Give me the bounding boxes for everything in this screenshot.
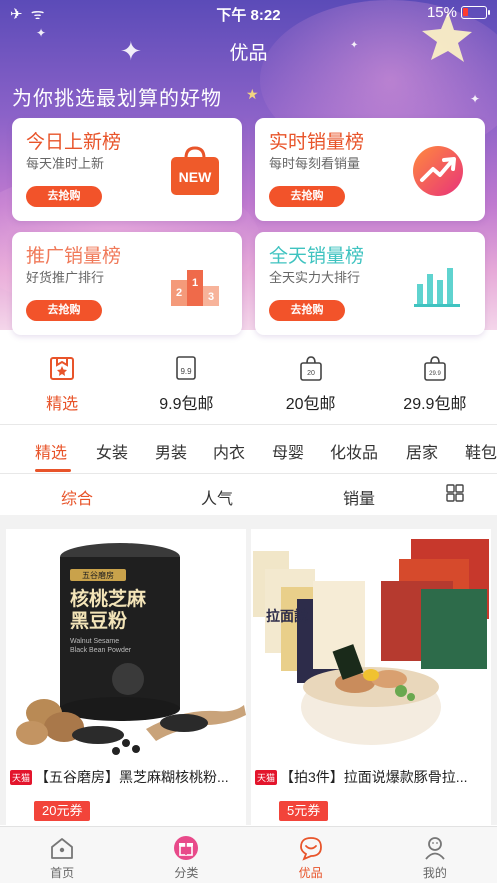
quick-nav: 精选 9.9 9.9包邮 20 20包邮 29.9 29.9包邮 [0, 350, 497, 422]
rank-card-title: 推广销量榜 [26, 246, 122, 267]
rank-card-new[interactable]: 今日上新榜 每天准时上新 去抢购 NEW [12, 118, 242, 221]
rank-card-promo[interactable]: 推广销量榜 好货推广排行 去抢购 2 1 3 [12, 232, 242, 335]
product-name-text: 核桃芝麻 [70, 587, 147, 610]
rank-card-title: 今日上新榜 [26, 132, 122, 153]
coupon-badge: 5元券 [279, 801, 329, 821]
product-grid: 五谷磨房 核桃芝麻 黑豆粉 Walnut Sesame Black Bean P… [0, 515, 497, 825]
price-icon-text: 9.9 [181, 367, 193, 376]
quick-nav-label: 29.9包邮 [403, 396, 467, 413]
rank-card-allday[interactable]: 全天销量榜 全天实力大排行 去抢购 [255, 232, 485, 335]
home-icon [51, 838, 74, 859]
product-title-text: 【拍3件】拉面说爆款豚骨拉... [280, 769, 468, 785]
hero-subtitle: 为你挑选最划算的好物 [12, 88, 222, 110]
battery-status: 15% [426, 4, 490, 21]
tab-featured[interactable]: 精选 [35, 439, 67, 463]
rank-card-subtitle: 全天实力大排行 [269, 270, 361, 285]
bottom-nav: 首页 分类 优品 我的 [0, 826, 497, 883]
featured-icon [50, 357, 75, 380]
quick-nav-20[interactable]: 20 20包邮 [249, 350, 373, 422]
rank-card-subtitle: 好货推广排行 [26, 270, 105, 285]
page-title: 优品 [229, 43, 268, 64]
sparkle-icon: ★ [246, 86, 259, 102]
grid-view-icon[interactable] [446, 484, 464, 502]
product-card[interactable]: 五谷磨房 核桃芝麻 黑豆粉 Walnut Sesame Black Bean P… [6, 529, 246, 825]
bottom-nav-category[interactable]: 分类 [124, 827, 248, 883]
product-image: 拉面說 [251, 529, 491, 761]
gift-icon [174, 836, 199, 860]
quick-nav-29-9[interactable]: 29.9 29.9包邮 [373, 350, 497, 422]
product-name-text: 黑豆粉 [70, 609, 127, 632]
status-bar: ✈ ᯤ 下午 8:22 15% [0, 0, 497, 26]
tab-shoes-bags[interactable]: 鞋包 [465, 439, 497, 463]
bottom-nav-label: 优品 [298, 866, 323, 880]
rank-card-realtime[interactable]: 实时销量榜 每时每刻看销量 去抢购 [255, 118, 485, 221]
battery-percent: 15% [426, 4, 457, 21]
tmall-badge: 天猫 [255, 769, 278, 785]
product-title[interactable]: 天猫 【拍3件】拉面说爆款豚骨拉... [255, 767, 489, 787]
grab-button[interactable]: 去抢购 [26, 186, 102, 207]
price-icon-text: 29.9 [429, 371, 441, 377]
shopping-bag-new-icon: NEW [171, 146, 219, 195]
shopping-bag-icon: 20 [299, 356, 322, 381]
rank-card-title: 全天销量榜 [269, 246, 365, 267]
tab-cosmetics[interactable]: 化妆品 [330, 439, 378, 463]
podium-rank: 1 [192, 277, 198, 289]
grab-button[interactable]: 去抢购 [26, 300, 102, 321]
bottom-nav-label: 分类 [174, 866, 199, 880]
tab-baby[interactable]: 母婴 [272, 439, 304, 463]
product-brand-text: 拉面說 [266, 608, 308, 624]
grab-button[interactable]: 去抢购 [269, 300, 345, 321]
bottom-nav-home[interactable]: 首页 [0, 827, 124, 883]
tab-underline [35, 469, 71, 472]
quick-nav-label: 9.9包邮 [159, 396, 214, 413]
quick-nav-label: 20包邮 [285, 396, 336, 413]
tab-home[interactable]: 居家 [406, 439, 438, 463]
product-card[interactable]: 拉面說 天猫 【拍3件】拉面说爆款豚骨拉... 5元券 [251, 529, 491, 825]
grab-button[interactable]: 去抢购 [269, 186, 345, 207]
bottom-nav-label: 我的 [422, 866, 447, 880]
category-tabs: 精选 女装 男装 内衣 母婴 化妆品 居家 鞋包 [0, 425, 497, 473]
rank-card-subtitle: 每天准时上新 [26, 156, 105, 171]
product-brand-text: 五谷磨房 [82, 570, 114, 580]
bar-chart-icon [414, 268, 460, 307]
bottom-nav-mine[interactable]: 我的 [373, 827, 497, 883]
profile-icon [425, 837, 445, 860]
trending-up-icon [413, 146, 463, 196]
product-en-text: Black Bean Powder [70, 647, 132, 654]
chat-bubble-icon [299, 837, 322, 861]
rank-card-title: 实时销量榜 [269, 132, 365, 153]
sort-popularity[interactable]: 人气 [201, 485, 233, 509]
coupon-badge: 20元券 [34, 801, 91, 821]
sort-bar: 综合 人气 销量 [0, 474, 497, 514]
bottom-nav-label: 首页 [50, 866, 75, 880]
shopping-bag-icon: 29.9 [424, 356, 446, 381]
product-en-text: Walnut Sesame [70, 638, 119, 645]
sort-sales[interactable]: 销量 [343, 485, 375, 509]
product-title[interactable]: 天猫 【五谷磨房】黑芝麻糊核桃粉... [10, 767, 244, 787]
new-icon-text: NEW [179, 169, 212, 185]
price-tag-icon: 9.9 [176, 356, 197, 380]
podium-icon: 2 1 3 [171, 270, 219, 306]
product-image: 五谷磨房 核桃芝麻 黑豆粉 Walnut Sesame Black Bean P… [6, 529, 246, 761]
tab-underwear[interactable]: 内衣 [213, 439, 245, 463]
price-icon-text: 20 [307, 370, 315, 377]
podium-rank: 3 [208, 291, 214, 303]
rank-card-subtitle: 每时每刻看销量 [269, 156, 361, 171]
tmall-badge: 天猫 [10, 769, 33, 785]
battery-icon [461, 6, 490, 19]
quick-nav-featured[interactable]: 精选 [0, 350, 124, 422]
sparkle-icon: ✦ [470, 92, 481, 106]
sort-comprehensive[interactable]: 综合 [61, 485, 93, 509]
quick-nav-label: 精选 [46, 396, 79, 413]
status-time: 下午 8:22 [216, 7, 281, 24]
tab-womens[interactable]: 女装 [96, 439, 128, 463]
quick-nav-9-9[interactable]: 9.9 9.9包邮 [124, 350, 248, 422]
product-title-text: 【五谷磨房】黑芝麻糊核桃粉... [35, 769, 229, 785]
podium-rank: 2 [176, 287, 182, 299]
tab-mens[interactable]: 男装 [155, 439, 187, 463]
bottom-nav-youpin[interactable]: 优品 [249, 827, 373, 883]
